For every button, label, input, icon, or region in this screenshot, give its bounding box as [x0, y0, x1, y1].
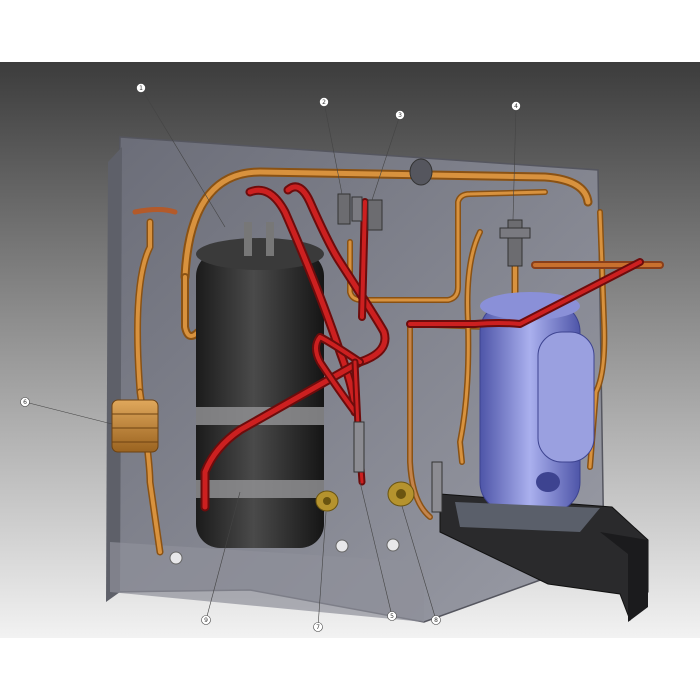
callout-8: 8 — [431, 615, 441, 625]
callout-2: 2 — [319, 97, 329, 107]
svg-text:5: 5 — [390, 613, 394, 620]
top-clamp — [409, 158, 433, 186]
valve-assembly-left — [337, 193, 363, 225]
side-coil — [111, 399, 159, 453]
svg-text:8: 8 — [434, 617, 438, 624]
callout-6: 6 — [20, 397, 30, 407]
right-brass-fitting — [387, 481, 415, 507]
svg-text:1: 1 — [139, 85, 143, 92]
callout-7: 7 — [313, 622, 323, 632]
tank-band-lower — [196, 480, 324, 498]
svg-text:6: 6 — [23, 399, 27, 406]
svg-text:2: 2 — [322, 99, 326, 106]
callout-5: 5 — [387, 611, 397, 621]
svg-text:4: 4 — [514, 103, 518, 110]
valve-assembly-right — [367, 199, 383, 231]
svg-text:7: 7 — [316, 624, 320, 631]
panel-left-flange — [106, 147, 122, 602]
storage-tank — [196, 222, 324, 548]
hvac-unit-3d-view: 1 2 3 4 5 6 7 8 9 — [0, 62, 700, 638]
left-brass-fitting — [315, 490, 339, 512]
svg-text:9: 9 — [204, 617, 208, 624]
callout-3: 3 — [395, 110, 405, 120]
callout-1: 1 — [136, 83, 146, 93]
callout-9: 9 — [201, 615, 211, 625]
svg-text:3: 3 — [398, 112, 402, 119]
callout-4: 4 — [511, 101, 521, 111]
